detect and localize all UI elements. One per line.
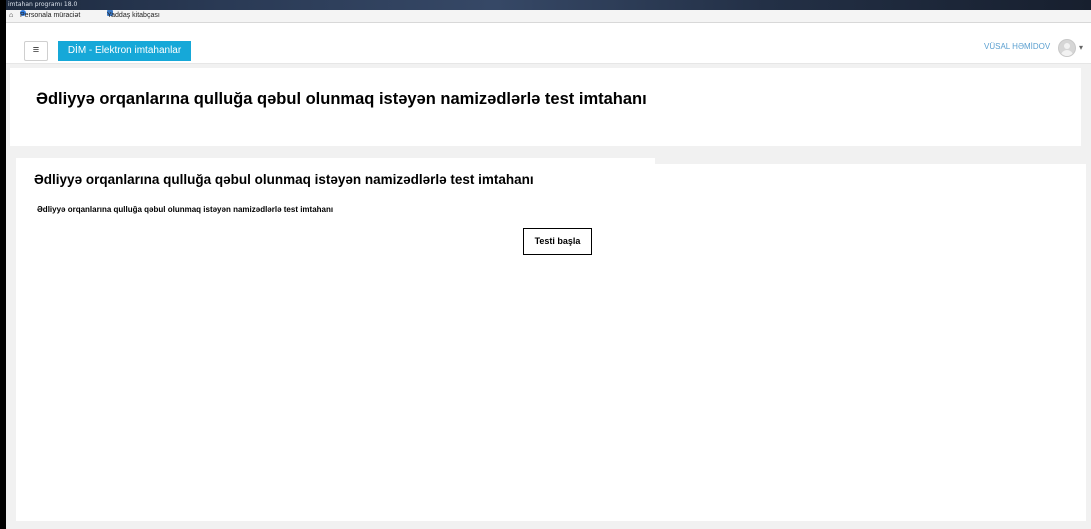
user-menu-caret-icon[interactable]: ▾ xyxy=(1079,43,1083,52)
window-titlebar: imtahan programı 18.0 xyxy=(6,0,1091,10)
activity-description: Ədliyyə orqanlarına qulluğa qəbul olunma… xyxy=(37,205,334,214)
menu-toggle-button[interactable]: ≡ xyxy=(24,41,48,61)
home-icon[interactable]: ⌂ xyxy=(9,10,13,22)
avatar-body xyxy=(1061,50,1073,56)
window-title: imtahan programı 18.0 xyxy=(8,1,78,8)
activity-title: Ədliyyə orqanlarına qulluğa qəbul olunma… xyxy=(34,172,534,187)
card-notch xyxy=(655,158,1086,164)
top-navbar: ≡ DİM - Elektron imtahanlar VÜSAL HƏMİDO… xyxy=(6,23,1091,64)
page-header: Ədliyyə orqanlarına qulluğa qəbul olunma… xyxy=(10,68,1081,146)
bookmark-label: Yaddaş kitabçası xyxy=(107,12,160,19)
bookmark-label: Personala müraciət xyxy=(20,12,81,19)
brand-link[interactable]: DİM - Elektron imtahanlar xyxy=(58,41,191,61)
bookmarks-bar: ⌂ Personala müraciət Yaddaş kitabçası xyxy=(6,10,1091,23)
main-region: Ədliyyə orqanlarına qulluğa qəbul olunma… xyxy=(16,158,1086,521)
avatar-head xyxy=(1064,43,1070,49)
hamburger-icon: ≡ xyxy=(32,44,40,56)
user-name[interactable]: VÜSAL HƏMİDOV xyxy=(984,41,1050,53)
page-title: Ədliyyə orqanlarına qulluğa qəbul olunma… xyxy=(36,90,647,108)
user-avatar-icon[interactable] xyxy=(1058,39,1076,57)
start-test-button[interactable]: Testi başla xyxy=(523,228,592,255)
